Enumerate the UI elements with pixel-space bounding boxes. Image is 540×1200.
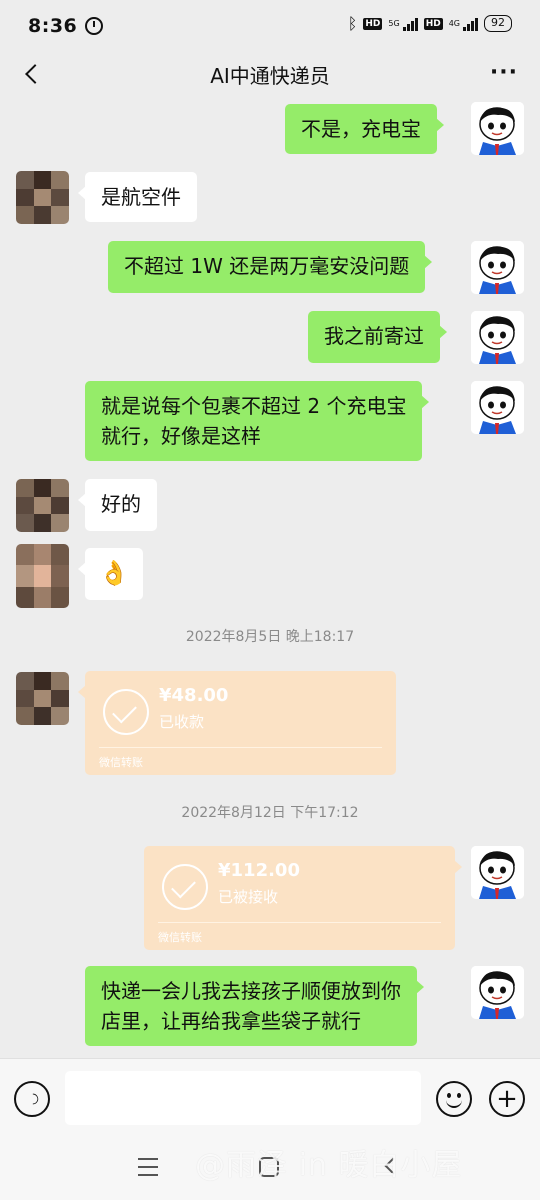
received-message-bubble[interactable]: 是航空件 — [78, 172, 197, 222]
sent-message-bubble[interactable]: 快递一会儿我去接孩子顺便放到你 店里，让再给我拿些袋子就行 — [85, 966, 424, 1046]
sent-message-bubble[interactable]: 不是，充电宝 — [285, 104, 444, 154]
chat-message-list[interactable]: 不是，充电宝 是航空件 不超过 1W 还是两万毫安没问题 我之前寄过 就是说每个… — [0, 96, 540, 1058]
battery-indicator: 92 — [484, 15, 512, 32]
contact-avatar[interactable] — [16, 544, 69, 608]
cartoon-avatar-icon — [471, 241, 524, 294]
sent-message-bubble[interactable]: 不超过 1W 还是两万毫安没问题 — [108, 241, 433, 293]
recent-apps-button[interactable] — [138, 1158, 158, 1176]
network-type-label: 4G — [448, 18, 460, 28]
transfer-card[interactable]: ¥48.00 已收款 微信转账 — [78, 671, 396, 775]
status-icons: ᛒ HD 5G HD 4G 92 — [348, 14, 512, 33]
chat-title: AI中通快递员 — [210, 63, 330, 88]
chat-header: AI中通快递员 ··· — [0, 52, 540, 96]
transfer-card[interactable]: ¥112.00 已被接收 微信转账 — [144, 846, 462, 950]
divider — [99, 747, 382, 748]
cartoon-avatar-icon — [471, 381, 524, 434]
status-time: 8:36 — [28, 15, 78, 37]
transfer-footer-label: 微信转账 — [158, 931, 202, 944]
voice-input-button[interactable]: ◡ — [14, 1081, 50, 1117]
my-avatar[interactable] — [471, 381, 524, 434]
cartoon-avatar-icon — [471, 102, 524, 155]
received-message-bubble[interactable]: 好的 — [78, 479, 157, 531]
watermark-text: @雨泽 in 暖白小屋 — [195, 1148, 463, 1183]
more-functions-button[interactable]: + — [489, 1081, 525, 1117]
signal-icon — [463, 17, 478, 31]
check-circle-icon — [162, 864, 208, 910]
sent-message-bubble[interactable]: 我之前寄过 — [308, 311, 447, 363]
more-options-button[interactable]: ··· — [490, 62, 518, 84]
bluetooth-icon: ᛒ — [347, 14, 358, 33]
message-timestamp: 2022年8月5日 晚上18:17 — [185, 629, 355, 645]
my-avatar[interactable] — [471, 102, 524, 155]
transfer-footer-label: 微信转账 — [99, 756, 143, 769]
message-timestamp: 2022年8月12日 下午17:12 — [181, 805, 359, 821]
my-avatar[interactable] — [471, 966, 524, 1019]
plus-icon: + — [496, 1084, 518, 1114]
cartoon-avatar-icon — [471, 311, 524, 364]
voice-wave-icon: ◡ — [24, 1093, 40, 1105]
smiley-mouth — [446, 1099, 462, 1108]
alarm-icon — [85, 17, 104, 35]
message-line: 快递一会儿我去接孩子顺便放到你 — [101, 979, 401, 1003]
sent-message-bubble[interactable]: 就是说每个包裹不超过 2 个充电宝 就行，好像是这样 — [85, 381, 430, 461]
cartoon-avatar-icon — [471, 966, 524, 1019]
my-avatar[interactable] — [471, 311, 524, 364]
chevron-left-icon — [25, 64, 45, 84]
transfer-status: 已被接收 — [218, 888, 279, 906]
my-avatar[interactable] — [471, 846, 524, 899]
contact-avatar[interactable] — [16, 171, 69, 224]
signal-icon — [402, 17, 418, 31]
divider — [158, 922, 441, 923]
message-input-bar: ◡ + — [0, 1058, 540, 1138]
contact-avatar[interactable] — [16, 672, 69, 725]
message-line: 就行，好像是这样 — [101, 424, 261, 448]
check-circle-icon — [103, 689, 149, 735]
contact-avatar[interactable] — [16, 479, 69, 532]
message-line: 店里，让再给我拿些袋子就行 — [101, 1009, 361, 1033]
emoji-message-bubble[interactable]: 👌 — [78, 548, 143, 600]
cartoon-avatar-icon — [471, 846, 524, 899]
transfer-amount: ¥112.00 — [218, 860, 300, 881]
hd-badge: HD — [363, 17, 383, 30]
hd-badge: HD — [423, 17, 443, 30]
transfer-status: 已收款 — [159, 713, 205, 731]
back-button[interactable] — [14, 56, 50, 92]
transfer-amount: ¥48.00 — [159, 685, 229, 706]
status-bar: 8:36 ᛒ HD 5G HD 4G 92 — [0, 0, 540, 52]
smiley-icon — [447, 1093, 461, 1098]
emoji-button[interactable] — [436, 1081, 472, 1117]
message-text-input[interactable] — [65, 1071, 421, 1125]
network-type-label: 5G — [388, 18, 400, 28]
message-line: 就是说每个包裹不超过 2 个充电宝 — [101, 394, 407, 418]
my-avatar[interactable] — [471, 241, 524, 294]
